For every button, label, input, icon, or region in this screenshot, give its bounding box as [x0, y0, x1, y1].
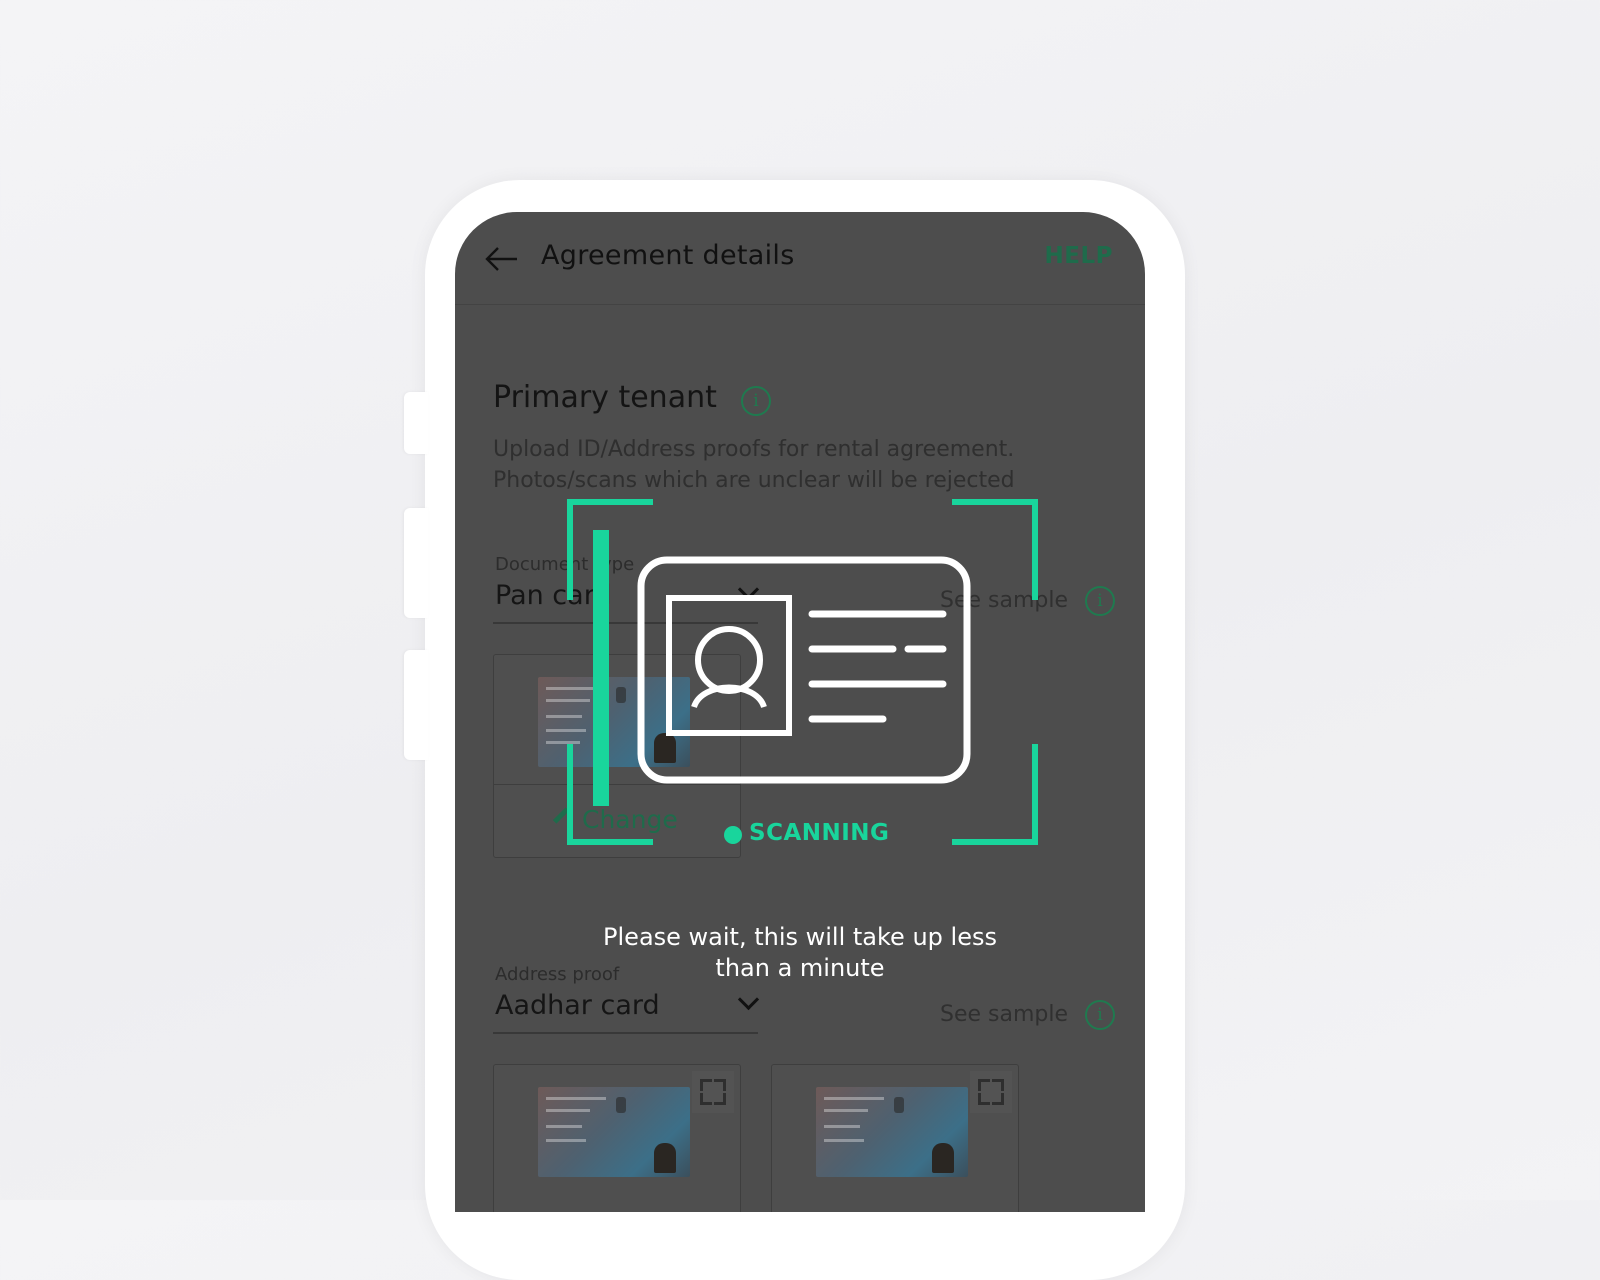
document-type-label: Document type	[495, 554, 635, 575]
expand-icon[interactable]	[692, 1071, 734, 1113]
description-line: Photos/scans which are unclear will be r…	[493, 468, 1015, 493]
address-proof-card	[493, 1064, 741, 1212]
change-label: Change	[582, 805, 678, 834]
document-thumbnail[interactable]	[538, 1087, 690, 1177]
change-button[interactable]: Change	[494, 784, 740, 857]
document-thumbnail[interactable]	[816, 1087, 968, 1177]
pencil-icon	[552, 807, 570, 824]
app-bar: Agreement details HELP	[455, 212, 1145, 305]
info-icon[interactable]: i	[741, 386, 771, 416]
document-type-select[interactable]: Pan card	[495, 580, 611, 611]
address-proof-label: Address proof	[495, 964, 620, 985]
document-thumbnail[interactable]	[538, 677, 690, 767]
description-line: Upload ID/Address proofs for rental agre…	[493, 437, 1015, 462]
address-proof-select[interactable]: Aadhar card	[495, 990, 660, 1021]
info-icon[interactable]: i	[1085, 1000, 1115, 1030]
uploaded-document-card: Change	[493, 654, 741, 858]
see-sample-link[interactable]: See sample	[940, 588, 1068, 613]
expand-icon[interactable]	[970, 1071, 1012, 1113]
field-underline	[493, 1032, 758, 1034]
phone-side-button	[404, 508, 428, 618]
chevron-down-icon[interactable]	[737, 578, 760, 601]
chevron-down-icon[interactable]	[737, 988, 760, 1011]
help-button[interactable]: HELP	[1045, 243, 1113, 269]
phone-side-button	[404, 650, 428, 760]
see-sample-link[interactable]: See sample	[940, 1002, 1068, 1027]
page-title: Agreement details	[541, 240, 795, 271]
info-icon[interactable]: i	[1085, 586, 1115, 616]
arrow-left-icon[interactable]	[485, 246, 519, 272]
section-title: Primary tenant	[493, 380, 717, 415]
app-screen: Agreement details HELP Primary tenant i …	[455, 212, 1145, 1212]
section-description: Upload ID/Address proofs for rental agre…	[493, 434, 1093, 496]
field-underline	[493, 622, 758, 624]
phone-side-button	[404, 392, 428, 454]
address-proof-card	[771, 1064, 1019, 1212]
